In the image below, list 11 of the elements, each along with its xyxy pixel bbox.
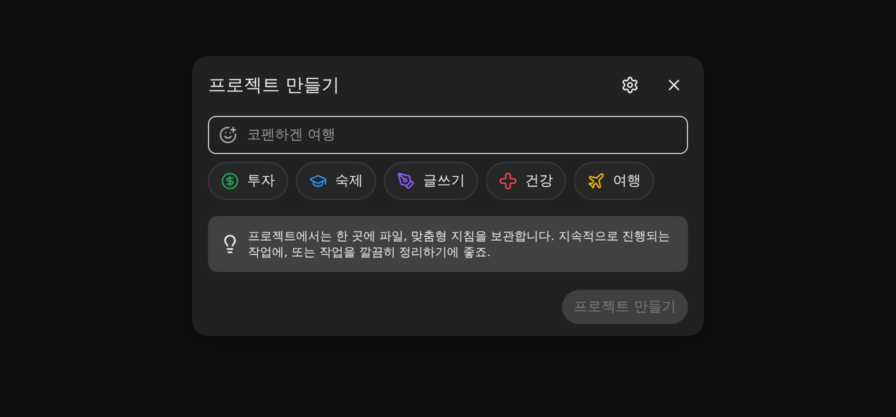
settings-icon xyxy=(621,76,639,94)
project-name-field[interactable]: 코펜하겐 여행 xyxy=(208,116,688,154)
project-name-input[interactable]: 코펜하겐 여행 xyxy=(245,126,677,144)
suggestion-chip[interactable]: 숙제 xyxy=(296,162,376,200)
suggestion-chip[interactable]: 글쓰기 xyxy=(384,162,478,200)
info-text: 프로젝트에서는 한 곳에 파일, 맞춤형 지침을 보관합니다. 지속적으로 진행되는 작업에, 또는 작업을 깔끔히 정리하기에 좋죠. xyxy=(248,228,672,260)
suggestion-chip[interactable]: 투자 xyxy=(208,162,288,200)
dialog-title: 프로젝트 만들기 xyxy=(208,74,341,97)
suggestion-chip[interactable]: 건강 xyxy=(486,162,566,200)
smiley-icon xyxy=(219,126,237,144)
suggestion-chip[interactable]: 여행 xyxy=(574,162,654,200)
